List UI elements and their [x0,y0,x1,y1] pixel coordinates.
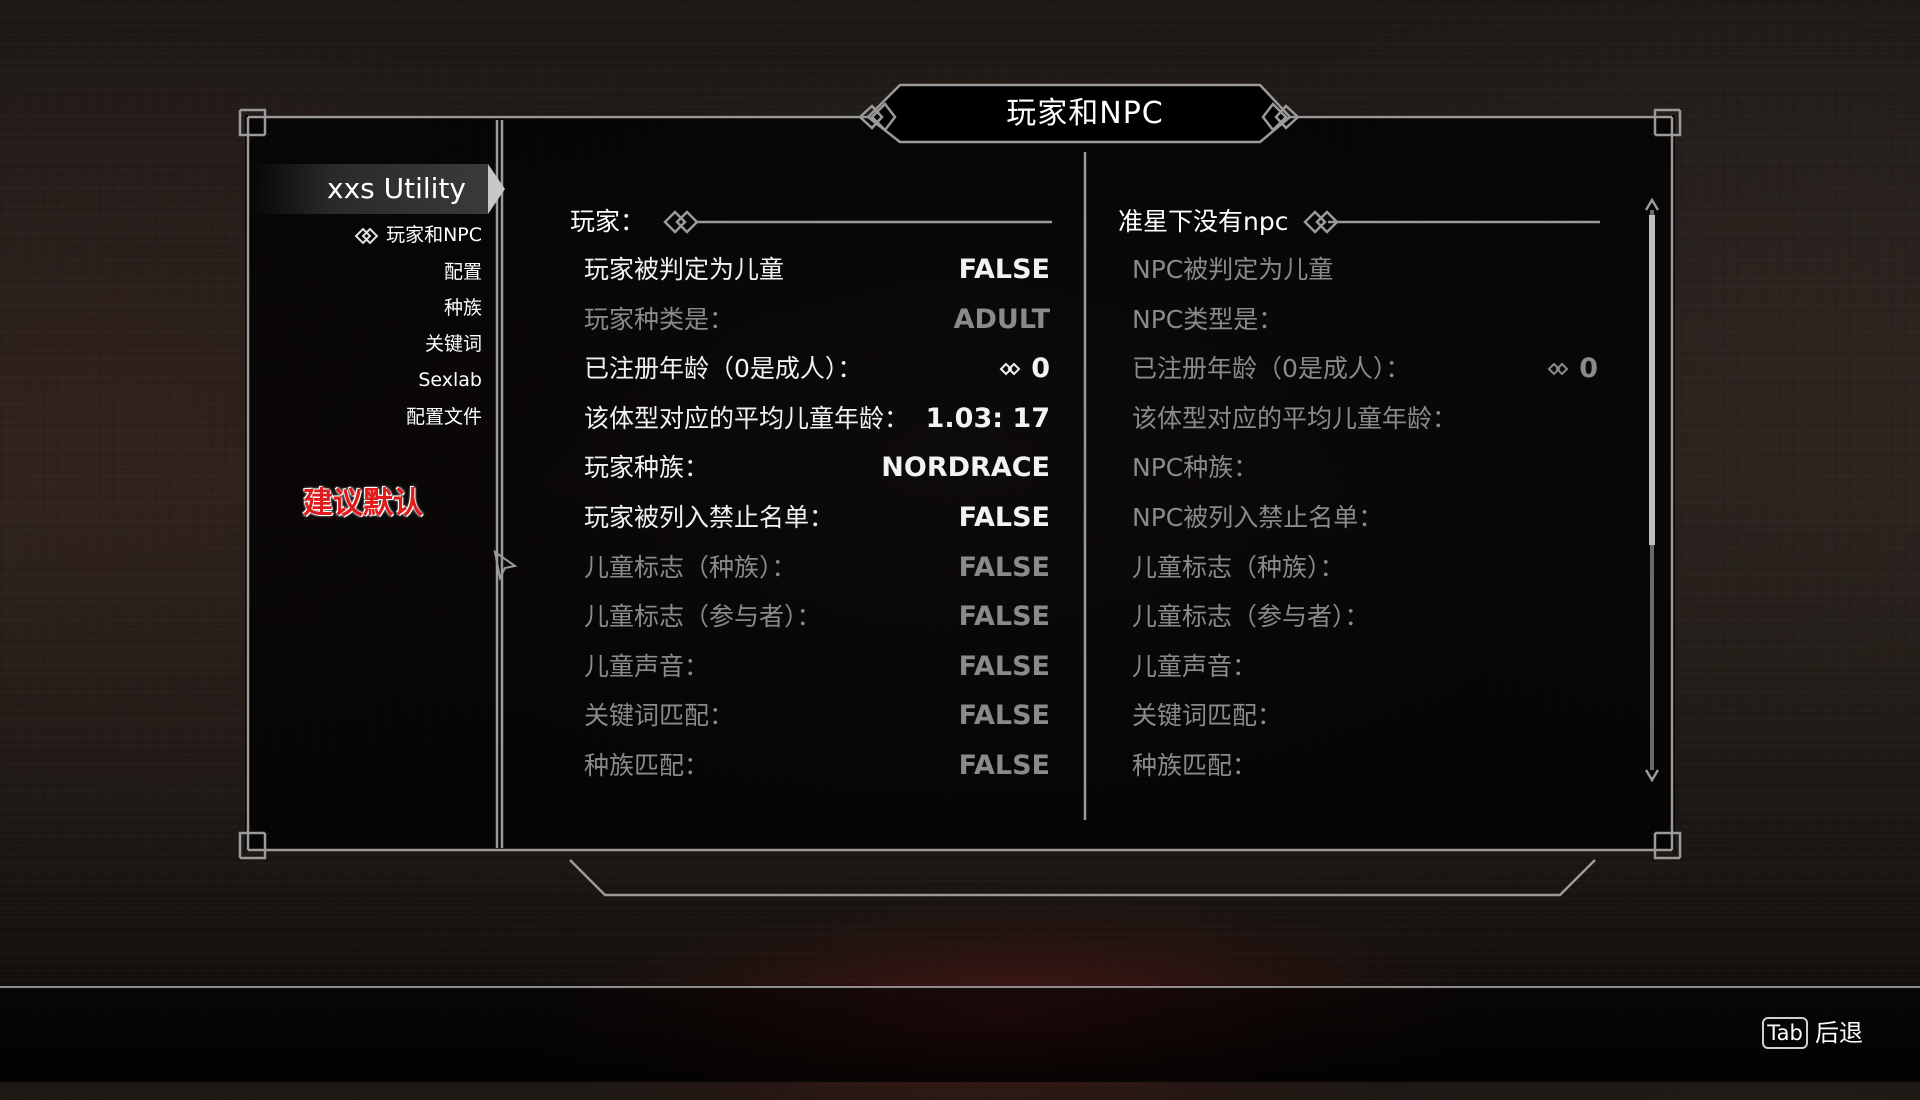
player-option-value[interactable]: FALSE [959,548,1050,588]
npc-option-value-text: 0 [1579,353,1598,385]
selected-item-icon [354,227,379,245]
sidebar-item-player-npc[interactable]: 玩家和NPC [386,220,482,250]
player-option-label: 玩家被判定为儿童 [584,255,785,284]
player-option-value[interactable]: FALSE [959,647,1050,687]
player-option-label: 玩家种类是： [584,304,735,334]
player-option-label: 儿童标志（参与者）： [584,602,822,632]
player-option-label: 种族匹配： [584,751,710,780]
player-option-value[interactable]: FALSE [959,250,1050,290]
bottom-bar [0,986,1920,1082]
npc-option-label: NPC种族： [1132,453,1259,483]
player-option-label: 玩家种族： [584,453,710,483]
npc-option-label: 已注册年龄（0是成人）： [1132,354,1411,384]
mod-title-label: xxs Utility [327,172,466,205]
player-option-value-text: FALSE [958,650,1050,682]
npc-option-label: NPC被列入禁止名单： [1132,503,1384,532]
player-option-value-text: 0 [1031,353,1050,385]
player-option-label: 关键词匹配： [584,701,735,731]
npc-section-heading: 准星下没有npc [1118,207,1289,236]
sidebar-item-profile[interactable]: 配置文件 [406,402,482,432]
player-option-value[interactable]: 0 [999,349,1050,389]
player-option-value[interactable]: 1.03: 17 [926,399,1050,439]
player-option-label: 该体型对应的平均儿童年龄： [584,403,910,433]
npc-option-label: NPC类型是： [1132,304,1284,334]
player-option-value[interactable]: NORDRACE [881,448,1050,488]
sidebar-item-config[interactable]: 配置 [444,257,482,287]
npc-option-label: 该体型对应的平均儿童年龄： [1132,403,1458,433]
player-option-label: 玩家被列入禁止名单： [584,503,835,532]
tab-key-icon[interactable]: Tab [1762,1017,1808,1049]
player-option-label: 儿童声音： [584,651,710,681]
player-option-value[interactable]: FALSE [959,498,1050,538]
player-section-heading: 玩家： [570,207,646,236]
player-option-value-text: FALSE [958,502,1050,533]
player-option-value-text: FALSE [958,601,1050,633]
sidebar-item-race[interactable]: 种族 [444,293,482,323]
npc-option-label: 儿童声音： [1132,651,1258,681]
mod-title-tab[interactable]: xxs Utility [250,164,488,214]
npc-option-label: 儿童标志（参与者）： [1132,602,1370,632]
player-option-value-text: FALSE [958,254,1050,285]
player-option-value-text: NORDRACE [881,452,1050,484]
player-option-label: 儿童标志（种族）： [584,552,797,582]
npc-option-label: 种族匹配： [1132,751,1258,780]
player-option-value-text: ADULT [953,303,1050,335]
player-option-value[interactable]: FALSE [959,746,1050,786]
back-button[interactable]: 后退 [1815,1015,1863,1051]
sidebar-item-keywords[interactable]: 关键词 [425,329,482,359]
player-option-label: 已注册年龄（0是成人）： [584,354,863,384]
player-option-value[interactable]: FALSE [959,597,1050,637]
player-option-value-text: FALSE [958,750,1050,781]
npc-option-value[interactable]: 0 [1547,349,1598,389]
player-option-value-text: FALSE [958,700,1050,732]
slider-icon [1547,362,1569,376]
page-title: 玩家和NPC [1006,96,1164,131]
npc-option-label: NPC被判定为儿童 [1132,255,1334,284]
slider-icon [999,362,1021,376]
suggestion-note: 建议默认 [303,486,423,521]
sidebar-item-sexlab[interactable]: Sexlab [418,365,482,395]
player-option-value-text: 1.03: 17 [925,402,1050,434]
player-option-value-text: FALSE [958,551,1050,583]
npc-option-label: 关键词匹配： [1132,701,1283,731]
npc-option-label: 儿童标志（种族）： [1132,552,1345,582]
player-option-value[interactable]: FALSE [959,696,1050,736]
player-option-value[interactable]: ADULT [954,300,1050,340]
